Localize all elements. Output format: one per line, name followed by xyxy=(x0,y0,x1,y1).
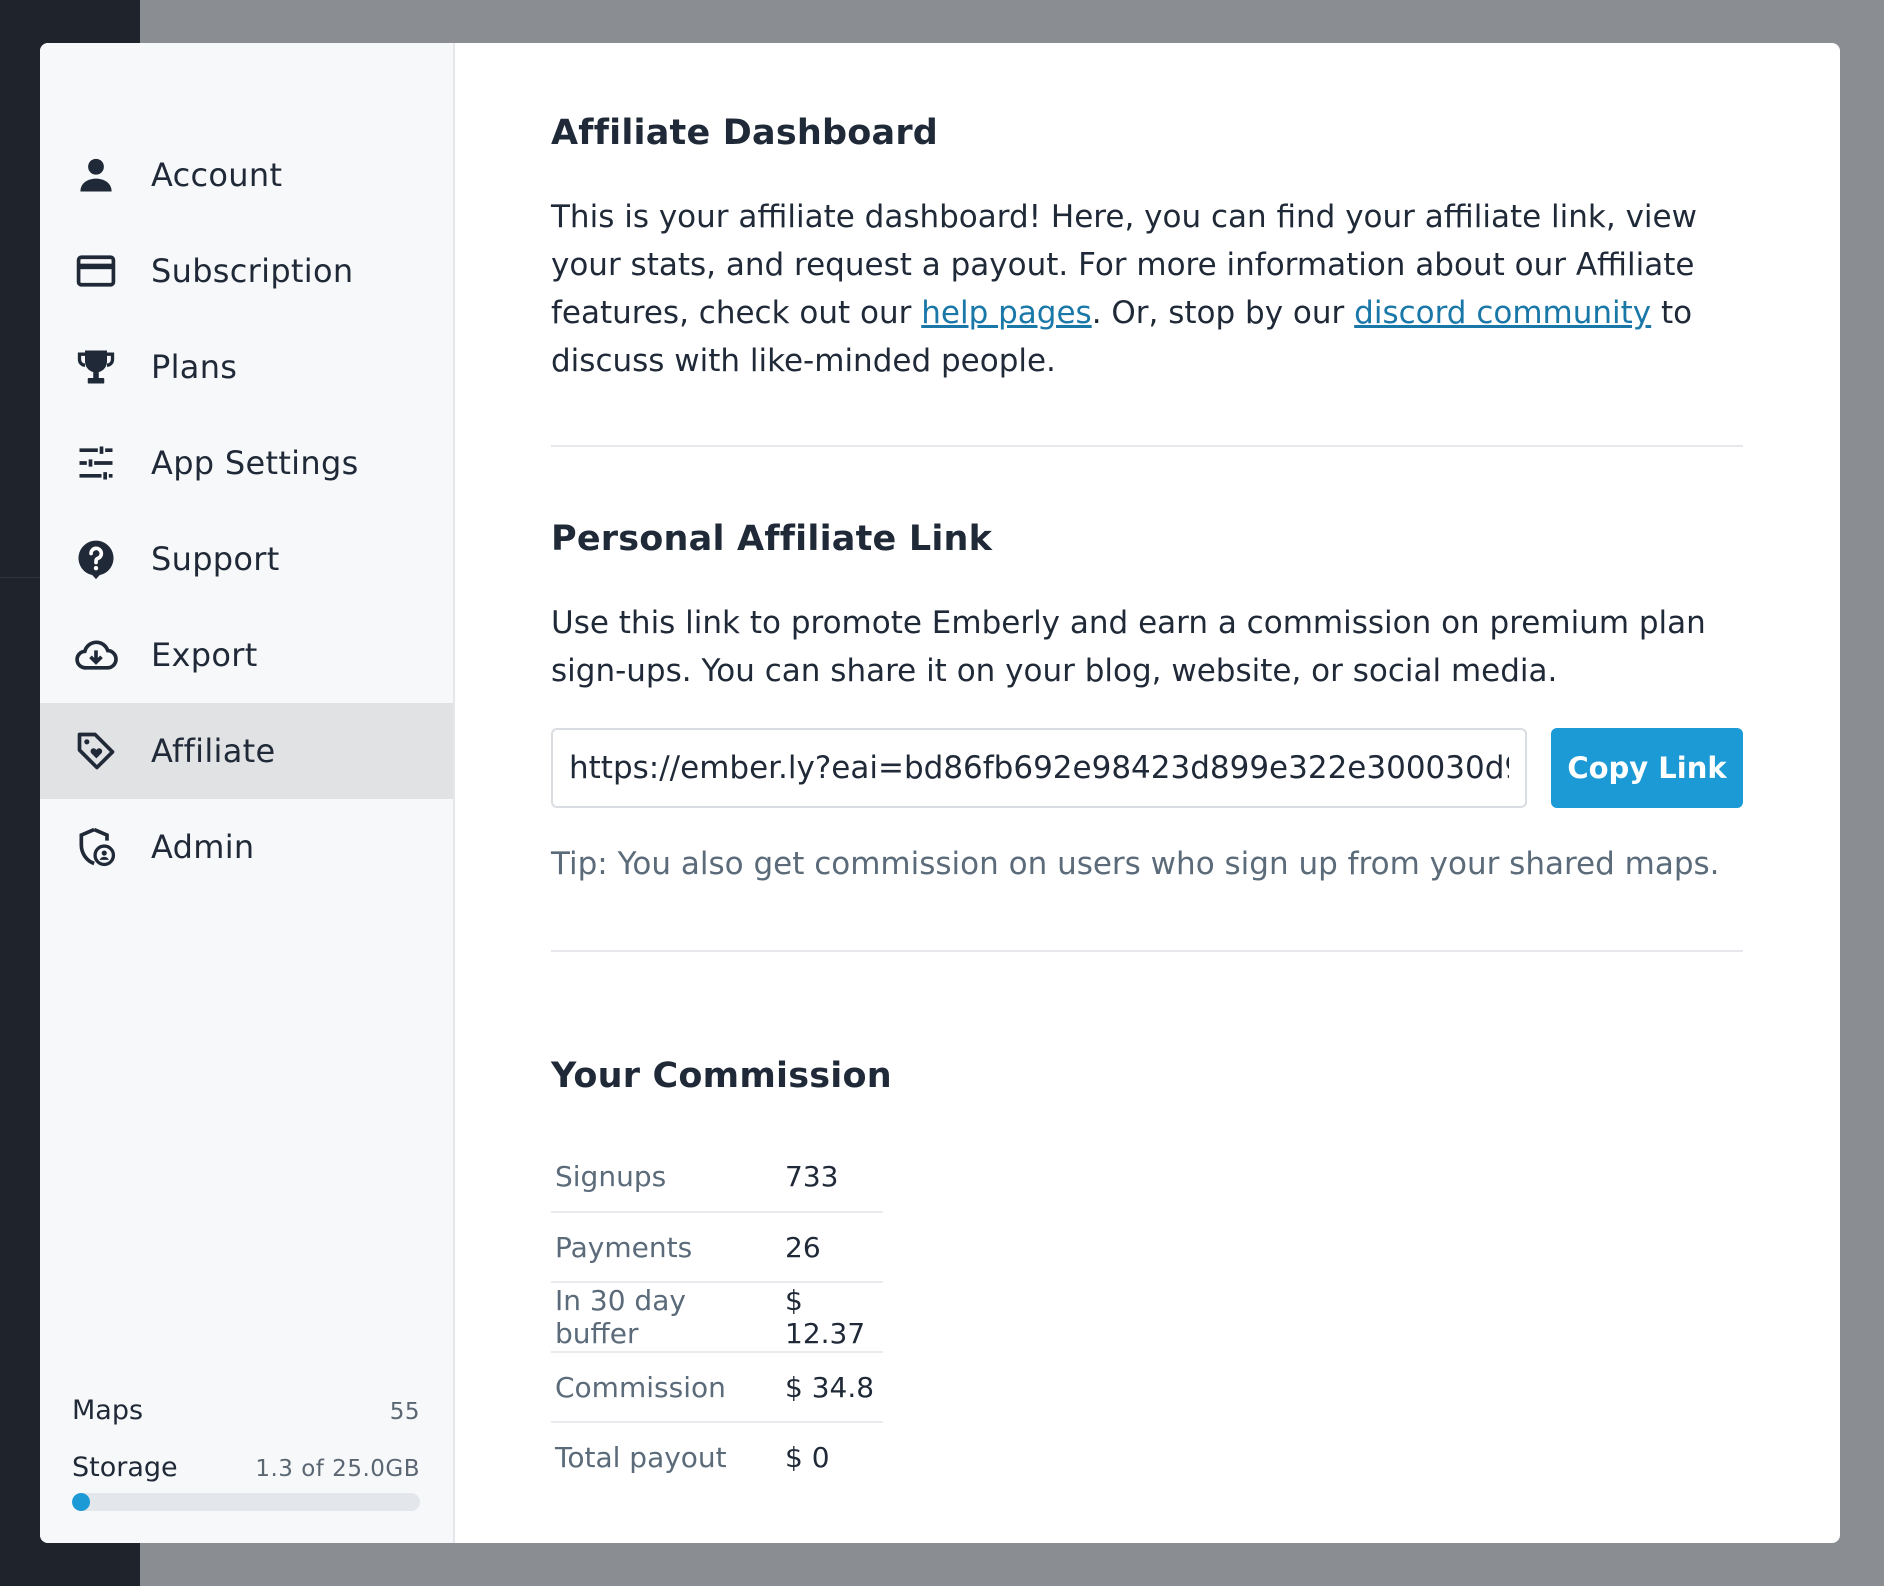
commission-value: $ 34.8 xyxy=(781,1352,883,1423)
usage-summary: Maps 55 Storage 1.3 of 25.0GB xyxy=(72,1395,420,1511)
shield-user-icon xyxy=(73,824,119,870)
sidebar-item-plans[interactable]: Plans xyxy=(40,319,453,415)
buffer-value: $ 12.37 xyxy=(781,1282,883,1353)
sidebar-item-label: Admin xyxy=(151,828,255,866)
signups-label: Signups xyxy=(551,1142,781,1213)
sidebar-item-admin[interactable]: Admin xyxy=(40,799,453,895)
sidebar-item-label: Subscription xyxy=(151,252,354,290)
cloud-download-icon xyxy=(73,632,119,678)
affiliate-link-heading: Personal Affiliate Link xyxy=(551,519,993,559)
tag-heart-icon xyxy=(73,728,119,774)
sidebar-item-label: Account xyxy=(151,156,283,194)
affiliate-link-row: Copy Link xyxy=(551,728,1743,808)
discord-community-link[interactable]: discord community xyxy=(1354,295,1651,331)
storage-usage: Storage 1.3 of 25.0GB xyxy=(72,1452,420,1483)
total-payout-label: Total payout xyxy=(555,1441,727,1474)
table-row: Signups 733 xyxy=(551,1142,883,1213)
page-title: Affiliate Dashboard xyxy=(551,113,939,153)
commission-heading: Your Commission xyxy=(551,1056,892,1096)
affiliate-tip: Tip: You also get commission on users wh… xyxy=(551,846,1720,882)
payments-label: Payments xyxy=(551,1212,781,1283)
person-icon xyxy=(73,152,119,198)
affiliate-link-input[interactable] xyxy=(551,728,1527,808)
commission-label: Commission xyxy=(551,1352,781,1423)
maps-count: 55 xyxy=(389,1399,420,1425)
affiliate-main: Affiliate Dashboard This is your affilia… xyxy=(455,43,1840,1543)
storage-progress-bar xyxy=(72,1493,420,1511)
sidebar-item-label: Plans xyxy=(151,348,238,386)
sidebar-item-affiliate[interactable]: Affiliate xyxy=(40,703,453,799)
payments-value: 26 xyxy=(781,1212,883,1283)
sidebar-item-app-settings[interactable]: App Settings xyxy=(40,415,453,511)
affiliate-content: Affiliate Dashboard This is your affilia… xyxy=(551,113,1743,1492)
settings-nav: Account Subscription Plans App Settings xyxy=(40,127,453,895)
settings-sidebar: Account Subscription Plans App Settings xyxy=(40,43,455,1543)
sidebar-item-support[interactable]: Support xyxy=(40,511,453,607)
copy-link-button[interactable]: Copy Link xyxy=(1551,728,1743,808)
sidebar-item-label: Affiliate xyxy=(151,732,276,770)
storage-progress-fill xyxy=(72,1493,91,1511)
sidebar-item-label: Export xyxy=(151,636,258,674)
section-divider xyxy=(551,950,1743,952)
sidebar-item-label: App Settings xyxy=(151,444,359,482)
sidebar-item-export[interactable]: Export xyxy=(40,607,453,703)
signups-value: 733 xyxy=(781,1142,883,1213)
buffer-label: In 30 day buffer xyxy=(551,1282,781,1353)
maps-label: Maps xyxy=(72,1395,144,1426)
sidebar-item-subscription[interactable]: Subscription xyxy=(40,223,453,319)
table-row: Total payout $ 0 xyxy=(551,1422,883,1492)
commission-table: Signups 733 Payments 26 In 30 day buffer $ … xyxy=(551,1142,883,1492)
table-row: Commission $ 34.8 xyxy=(551,1352,883,1423)
intro-text-2: . Or, stop by our xyxy=(1091,295,1355,331)
help-pages-link[interactable]: help pages xyxy=(921,295,1091,331)
help-icon xyxy=(73,536,119,582)
storage-value: 1.3 of 25.0GB xyxy=(255,1456,420,1482)
table-row: In 30 day buffer $ 12.37 xyxy=(551,1282,883,1353)
affiliate-link-description: Use this link to promote Emberly and ear… xyxy=(551,605,1706,689)
total-payout-value: $ 0 xyxy=(785,1441,830,1474)
trophy-icon xyxy=(73,344,119,390)
storage-label: Storage xyxy=(72,1452,178,1483)
sidebar-item-label: Support xyxy=(151,540,280,578)
section-divider xyxy=(551,445,1743,447)
sidebar-item-account[interactable]: Account xyxy=(40,127,453,223)
settings-modal: Account Subscription Plans App Settings xyxy=(40,43,1840,1543)
maps-usage: Maps 55 xyxy=(72,1395,420,1426)
table-row: Payments 26 xyxy=(551,1212,883,1283)
sliders-icon xyxy=(73,440,119,486)
credit-card-icon xyxy=(73,248,119,294)
intro-paragraph: This is your affiliate dashboard! Here, … xyxy=(551,193,1743,385)
